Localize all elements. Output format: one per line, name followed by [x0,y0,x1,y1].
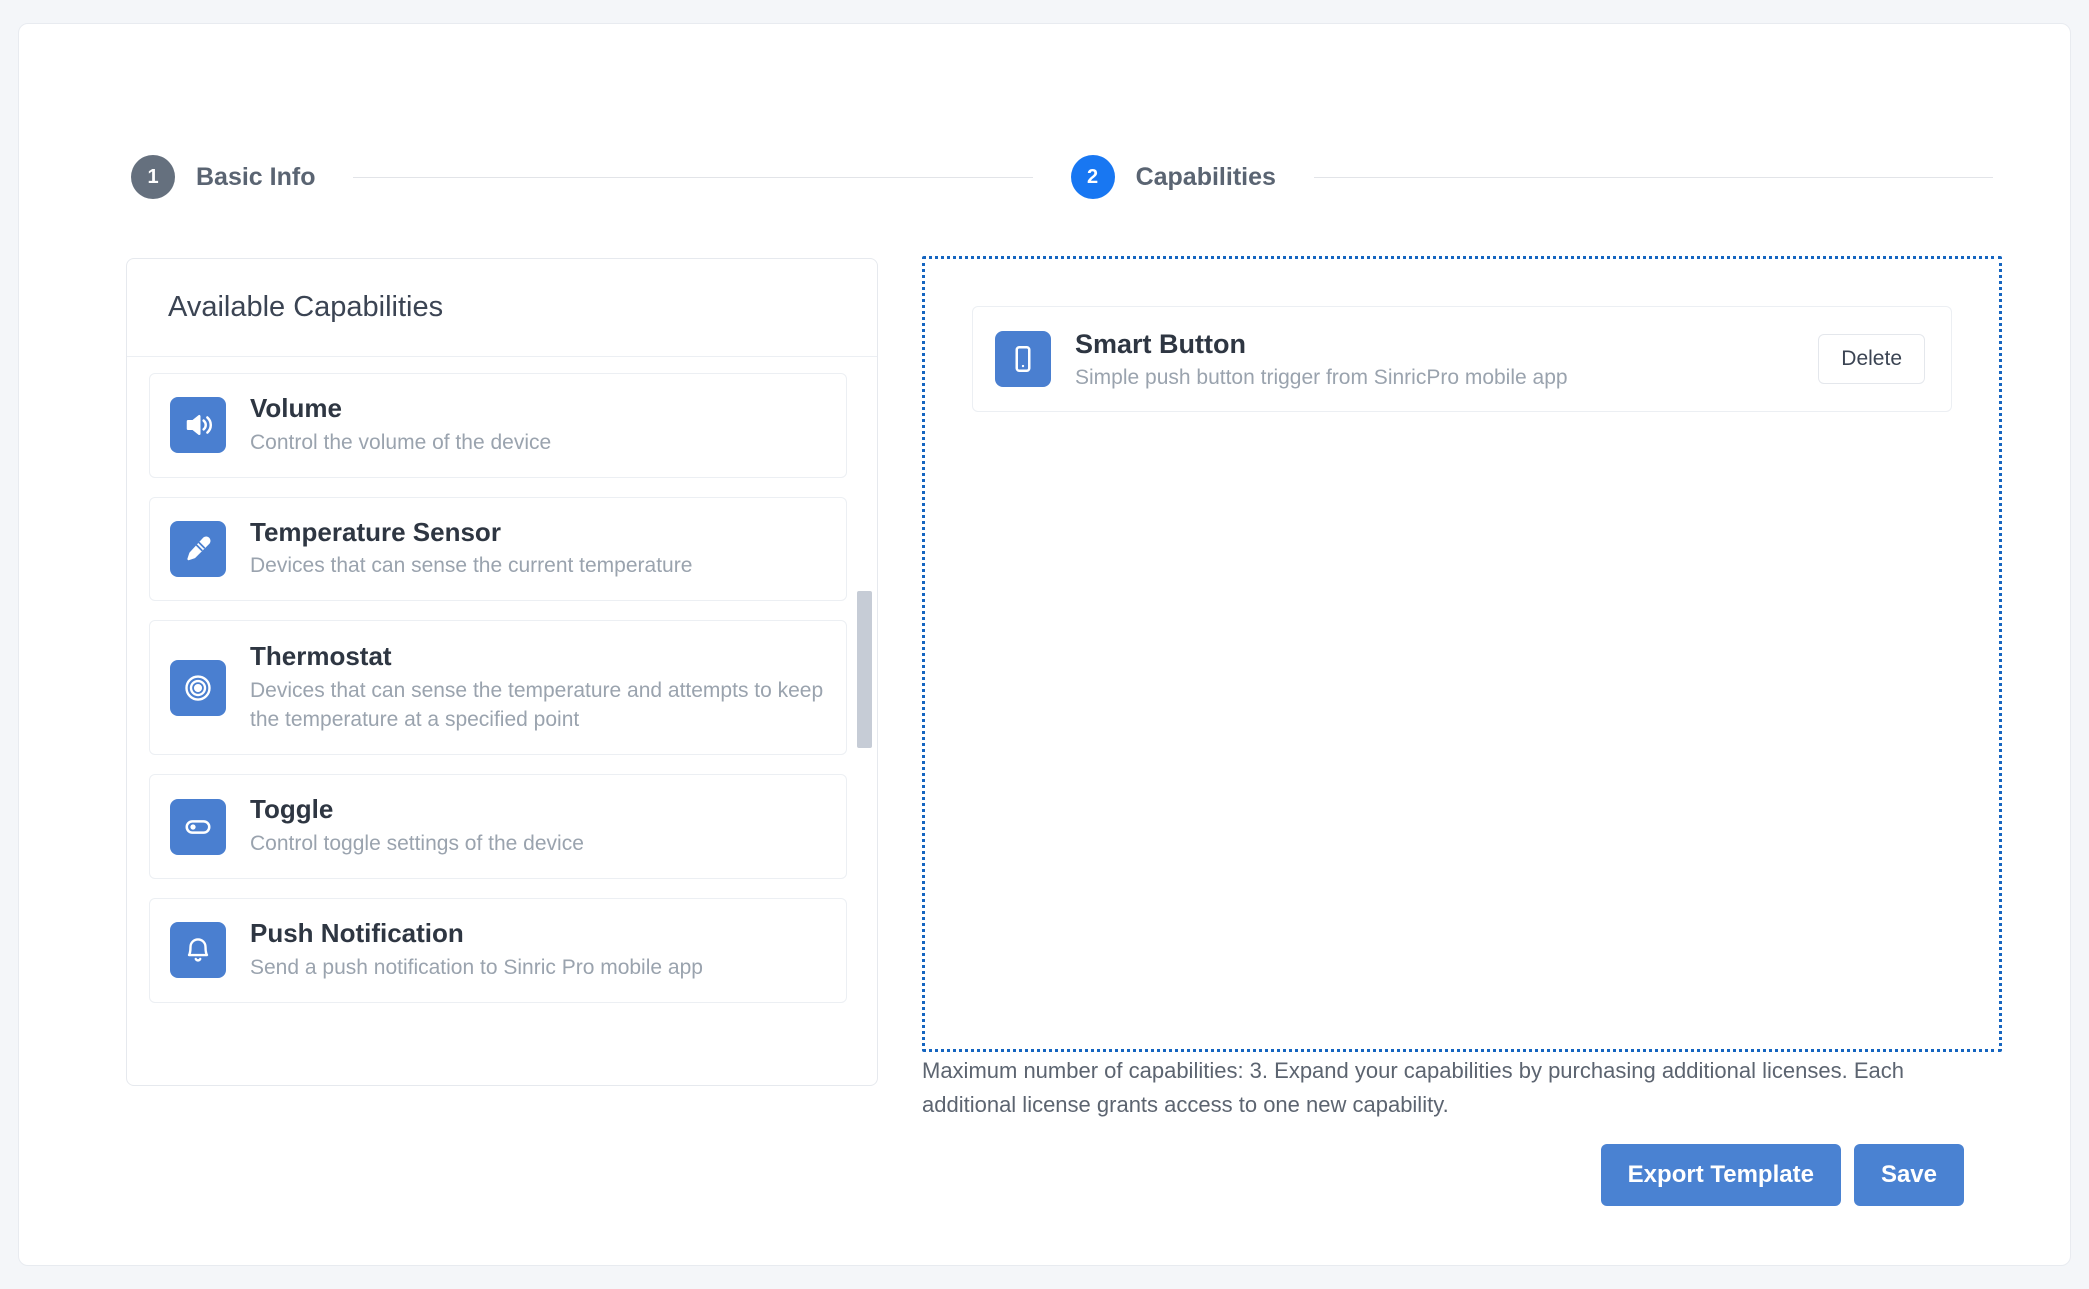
assigned-capability-title: Smart Button [1075,328,1818,360]
step-connector-line [353,177,1032,178]
export-template-button[interactable]: Export Template [1601,1144,1841,1206]
assigned-capability-text: Smart Button Simple push button trigger … [1075,328,1818,390]
list-item-text: Toggle Control toggle settings of the de… [250,794,584,859]
list-item[interactable]: Volume Control the volume of the device [149,373,847,478]
panel-title: Available Capabilities [168,291,443,324]
wizard-card: 1 Basic Info 2 Capabilities Available Ca… [18,23,2071,1266]
available-capabilities-list[interactable]: Volume Control the volume of the device … [127,357,877,1085]
available-capabilities-panel: Available Capabilities Volume Control th… [126,258,878,1086]
list-item[interactable]: Temperature Sensor Devices that can sens… [149,497,847,602]
list-item[interactable]: Toggle Control toggle settings of the de… [149,774,847,879]
capability-description: Send a push notification to Sinric Pro m… [250,954,703,983]
capability-description: Control the volume of the device [250,429,551,458]
form-actions: Export Template Save [1601,1144,1964,1206]
target-icon [170,660,226,716]
capability-title: Temperature Sensor [250,517,692,548]
list-item-text: Temperature Sensor Devices that can sens… [250,517,692,582]
step-basic-info[interactable]: 1 Basic Info [131,155,315,199]
capability-title: Push Notification [250,918,703,949]
list-scrollbar-thumb[interactable] [857,591,872,748]
capability-description: Devices that can sense the current tempe… [250,552,692,581]
available-capabilities-header: Available Capabilities [127,259,877,357]
step-number-badge: 2 [1071,155,1115,199]
step-connector-line-trailing [1314,177,1993,178]
toggle-switch-icon [170,799,226,855]
list-item-text: Push Notification Send a push notificati… [250,918,703,983]
list-item[interactable]: Push Notification Send a push notificati… [149,898,847,1003]
capability-description: Devices that can sense the temperature a… [250,677,824,735]
capability-title: Thermostat [250,641,824,672]
assigned-capability-card[interactable]: Smart Button Simple push button trigger … [972,306,1952,412]
list-item-text: Thermostat Devices that can sense the te… [250,641,824,735]
thermometer-icon [170,521,226,577]
list-item-text: Volume Control the volume of the device [250,393,551,458]
capabilities-help-text: Maximum number of capabilities: 3. Expan… [922,1054,1997,1122]
step-label: Basic Info [196,163,315,192]
delete-button[interactable]: Delete [1818,334,1925,384]
step-number-badge: 1 [131,155,175,199]
save-button[interactable]: Save [1854,1144,1964,1206]
capability-title: Volume [250,393,551,424]
step-capabilities[interactable]: 2 Capabilities [1071,155,1276,199]
capability-description: Control toggle settings of the device [250,830,584,859]
assigned-capabilities-dropzone[interactable]: Smart Button Simple push button trigger … [922,256,2002,1052]
list-scrollbar[interactable] [857,383,872,1083]
list-item[interactable]: Thermostat Devices that can sense the te… [149,620,847,755]
bell-icon [170,922,226,978]
capability-title: Toggle [250,794,584,825]
speaker-volume-icon [170,397,226,453]
step-label: Capabilities [1136,163,1276,192]
wizard-stepper: 1 Basic Info 2 Capabilities [131,149,2031,205]
smartphone-icon [995,331,1051,387]
assigned-capability-description: Simple push button trigger from SinricPr… [1075,366,1818,390]
